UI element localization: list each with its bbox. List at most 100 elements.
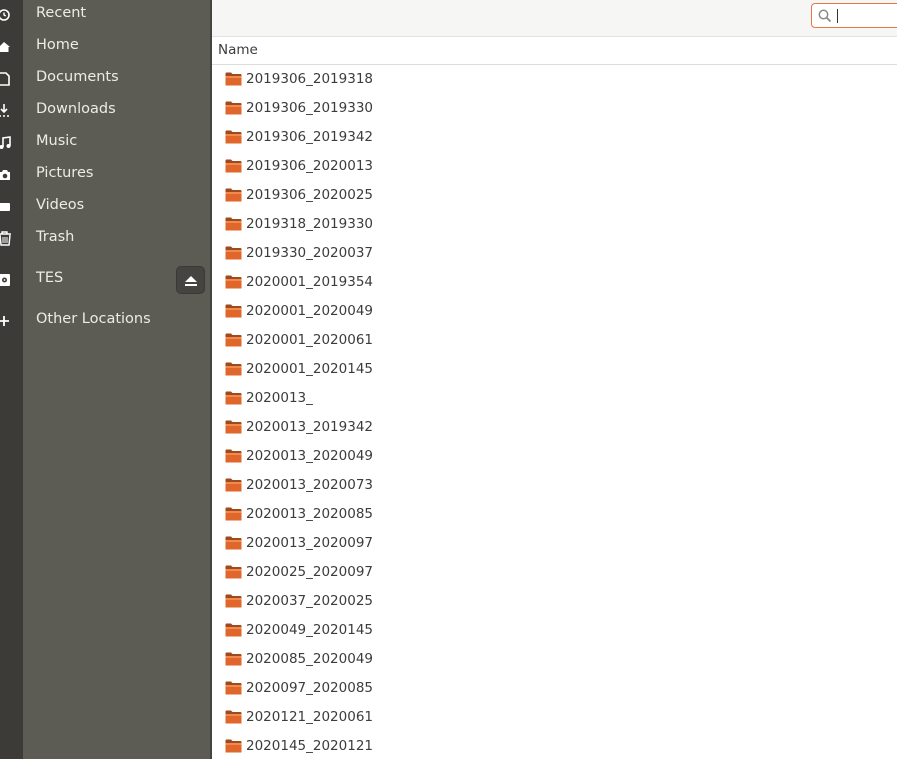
search-input[interactable] (836, 6, 897, 25)
sidebar-item-trash[interactable]: Trash (0, 225, 210, 253)
sidebar-item-label: Videos (36, 197, 85, 213)
header-bar (212, 0, 897, 37)
file-row[interactable]: 2020013_2020097 (212, 529, 897, 558)
folder-icon (225, 304, 242, 318)
folder-icon (225, 478, 242, 492)
file-row[interactable]: 2020013_2020073 (212, 471, 897, 500)
sidebar-item-documents[interactable]: Documents (0, 65, 210, 93)
column-header-name[interactable]: Name (218, 42, 258, 58)
file-row[interactable]: 2019330_2020037 (212, 239, 897, 268)
file-name: 2019318_2019330 (246, 216, 373, 232)
folder-icon (225, 507, 242, 521)
folder-icon (225, 565, 242, 579)
list-column-header[interactable]: Name (212, 37, 897, 65)
file-name: 2020013_2020049 (246, 448, 373, 464)
file-row[interactable]: 2020013_2019342 (212, 413, 897, 442)
file-row[interactable]: 2019306_2019342 (212, 123, 897, 152)
download-icon (0, 103, 14, 117)
folder-icon (225, 623, 242, 637)
drive-icon (0, 273, 14, 287)
file-name: 2020013_2019342 (246, 419, 373, 435)
file-row[interactable]: 2020049_2020145 (212, 616, 897, 645)
folder-icon (225, 275, 242, 289)
sidebar-item-label: TES (36, 270, 64, 286)
sidebar-item-recent[interactable]: Recent (0, 1, 210, 29)
file-name: 2019306_2020013 (246, 158, 373, 174)
search-box[interactable] (811, 3, 897, 28)
file-name: 2020013_2020097 (246, 535, 373, 551)
file-name: 2020145_2020121 (246, 738, 373, 754)
home-icon (0, 40, 14, 54)
folder-icon (225, 72, 242, 86)
music-icon (0, 136, 14, 150)
file-row[interactable]: 2020037_2020025 (212, 587, 897, 616)
file-name: 2020025_2020097 (246, 564, 373, 580)
file-manager-window: Recent Home Documents Downloads Music Pi… (0, 0, 897, 759)
file-row[interactable]: 2020001_2020145 (212, 355, 897, 384)
file-row[interactable]: 2020013_2020085 (212, 500, 897, 529)
file-name: 2019306_2019342 (246, 129, 373, 145)
file-name: 2019306_2020025 (246, 187, 373, 203)
sidebar-item-label: Music (36, 133, 78, 149)
sidebar-item-home[interactable]: Home (0, 33, 210, 61)
file-row[interactable]: 2020013_2020049 (212, 442, 897, 471)
folder-icon (225, 246, 242, 260)
file-name: 2020049_2020145 (246, 622, 373, 638)
folder-icon (225, 188, 242, 202)
file-name: 2019306_2019330 (246, 100, 373, 116)
file-name: 2020001_2020049 (246, 303, 373, 319)
folder-icon (225, 333, 242, 347)
file-row[interactable]: 2019306_2020013 (212, 152, 897, 181)
sidebar-item-label: Home (36, 37, 79, 53)
trash-icon (0, 231, 14, 246)
file-list: 2019306_2019318 2019306_2019330 2019306_20… (212, 65, 897, 759)
eject-button[interactable] (176, 266, 205, 294)
file-row[interactable]: 2019306_2019330 (212, 94, 897, 123)
file-row[interactable]: 2020145_2020121 (212, 732, 897, 759)
eject-icon (185, 276, 197, 286)
video-icon (0, 200, 14, 214)
file-row[interactable]: 2020085_2020049 (212, 645, 897, 674)
file-name: 2020037_2020025 (246, 593, 373, 609)
text-caret (837, 9, 838, 23)
file-row[interactable]: 2019306_2020025 (212, 181, 897, 210)
file-row[interactable]: 2019306_2019318 (212, 65, 897, 94)
file-name: 2019306_2019318 (246, 71, 373, 87)
file-name: 2020001_2019354 (246, 274, 373, 290)
file-row[interactable]: 2020001_2019354 (212, 268, 897, 297)
file-row[interactable]: 2020001_2020049 (212, 297, 897, 326)
folder-icon (225, 101, 242, 115)
sidebar-item-label: Recent (36, 5, 87, 21)
clock-icon (0, 8, 14, 22)
file-row[interactable]: 2020097_2020085 (212, 674, 897, 703)
folder-icon (225, 449, 242, 463)
folder-icon (225, 130, 242, 144)
folder-icon (225, 159, 242, 173)
sidebar-item-other-locations[interactable]: Other Locations (0, 307, 210, 335)
file-name: 2020085_2020049 (246, 651, 373, 667)
file-row[interactable]: 2020001_2020061 (212, 326, 897, 355)
folder-icon (225, 536, 242, 550)
sidebar-item-label: Documents (36, 69, 119, 85)
document-icon (0, 72, 14, 86)
folder-icon (225, 594, 242, 608)
file-row[interactable]: 2020013_ (212, 384, 897, 413)
sidebar-item-music[interactable]: Music (0, 129, 210, 157)
file-row[interactable]: 2020025_2020097 (212, 558, 897, 587)
file-name: 2020097_2020085 (246, 680, 373, 696)
sidebar-item-videos[interactable]: Videos (0, 193, 210, 221)
folder-icon (225, 362, 242, 376)
file-name: 2020013_2020085 (246, 506, 373, 522)
sidebar-item-label: Pictures (36, 165, 94, 181)
folder-icon (225, 217, 242, 231)
file-name: 2020013_ (246, 390, 313, 406)
folder-icon (225, 710, 242, 724)
file-name: 2019330_2020037 (246, 245, 373, 261)
sidebar-item-pictures[interactable]: Pictures (0, 161, 210, 189)
sidebar-item-label: Downloads (36, 101, 116, 117)
sidebar-item-downloads[interactable]: Downloads (0, 97, 210, 125)
file-row[interactable]: 2019318_2019330 (212, 210, 897, 239)
file-name: 2020001_2020145 (246, 361, 373, 377)
file-name: 2020121_2020061 (246, 709, 373, 725)
file-row[interactable]: 2020121_2020061 (212, 703, 897, 732)
